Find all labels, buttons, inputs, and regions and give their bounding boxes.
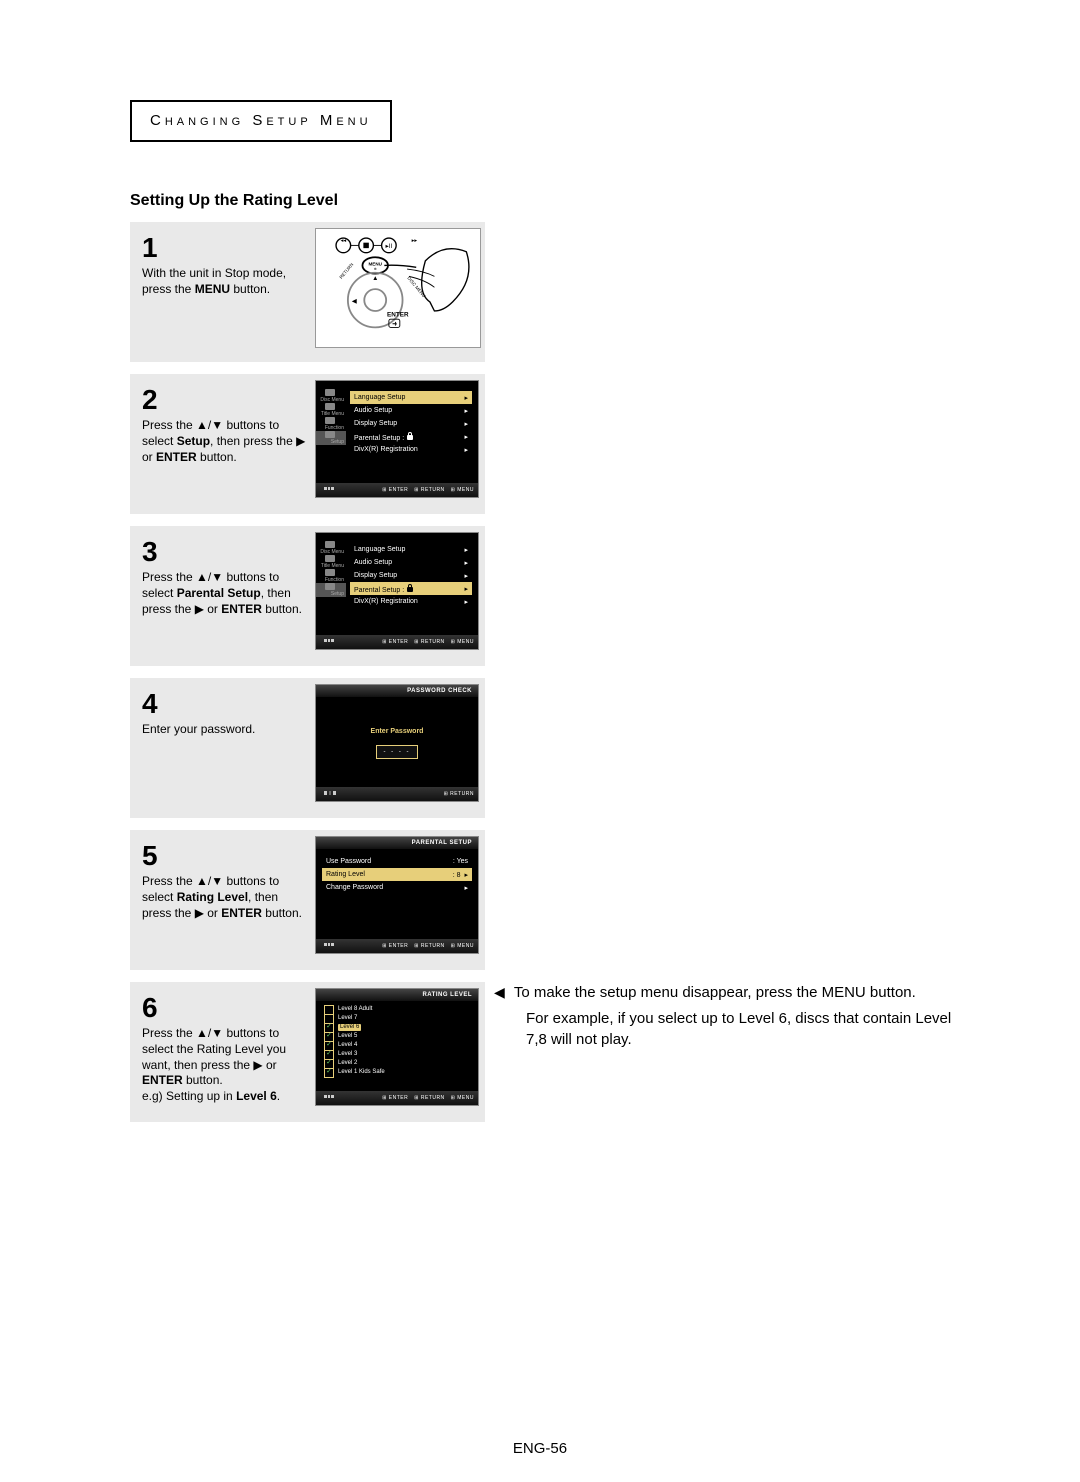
step-text: With the unit in Stop mode, press the ME… <box>142 266 286 296</box>
svg-text:▸II: ▸II <box>386 243 393 250</box>
svg-text:▸▸: ▸▸ <box>412 238 418 244</box>
lock-icon <box>406 584 414 592</box>
remote-diagram: ◂◂ ▸II ▸▸ MENU ⊕ <box>315 228 481 348</box>
list-item: Rating Level: 8 ▸ <box>322 868 472 881</box>
svg-text:▲: ▲ <box>372 275 378 282</box>
svg-text:MENU: MENU <box>369 261 382 266</box>
osd-setup-menu: Disc Menu Title Menu Function Setup Lang… <box>315 380 479 498</box>
osd-footer: ⊞ ENTER ⊞ RETURN ⊞ MENU <box>316 483 478 497</box>
password-label: Enter Password <box>371 728 424 735</box>
svg-text:⊕: ⊕ <box>374 267 377 271</box>
step-example: e.g) Setting up in Level 6. <box>142 1089 280 1103</box>
list-item: Audio Setup▸ <box>350 556 472 569</box>
enter-label: ENTER <box>387 311 409 318</box>
osd-footer: ⊞ RETURN <box>316 787 478 801</box>
list-item: Display Setup▸ <box>350 417 472 430</box>
page-subtitle: Setting Up the Rating Level <box>130 192 950 210</box>
osd-footer: ⊞ ENTER ⊞ RETURN ⊞ MENU <box>316 939 478 953</box>
section-title: Changing Setup Menu <box>150 112 372 129</box>
svg-text:◂◂: ◂◂ <box>341 238 347 244</box>
svg-text:RETURN: RETURN <box>338 262 354 280</box>
step-number: 5 <box>142 838 307 874</box>
step-5: 5 Press the ▲/▼ buttons to select Rating… <box>130 830 485 970</box>
step-2: 2 Press the ▲/▼ buttons to select Setup,… <box>130 374 485 514</box>
list-item: Display Setup▸ <box>350 569 472 582</box>
list-item: Parental Setup : ▸ <box>350 430 472 443</box>
list-item: Use Password: Yes <box>322 855 472 868</box>
osd-footer: ⊞ ENTER ⊞ RETURN ⊞ MENU <box>316 1091 478 1105</box>
password-box: - - - - <box>376 745 418 759</box>
step-number: 4 <box>142 686 307 722</box>
step-4: 4 Enter your password. PASSWORD CHECK En… <box>130 678 485 818</box>
osd-header: RATING LEVEL <box>316 989 478 1001</box>
list-item: Audio Setup▸ <box>350 404 472 417</box>
osd-password-check: PASSWORD CHECK Enter Password - - - - ⊞ … <box>315 684 479 802</box>
step-1: 1 With the unit in Stop mode, press the … <box>130 222 485 362</box>
section-header: Changing Setup Menu <box>130 100 392 142</box>
step-text: Press the ▲/▼ buttons to select the Rati… <box>142 1026 286 1087</box>
osd-rating-level: RATING LEVEL ✓Level 8 Adult ✓Level 7 ✓Le… <box>315 988 479 1106</box>
step-text: Enter your password. <box>142 722 255 736</box>
step-text: Press the ▲/▼ buttons to select Rating L… <box>142 874 302 919</box>
step-6: 6 Press the ▲/▼ buttons to select the Ra… <box>130 982 485 1122</box>
osd-setup-menu-parental: Disc Menu Title Menu Function Setup Lang… <box>315 532 479 650</box>
step-number: 6 <box>142 990 307 1026</box>
side-notes: ◀ To make the setup menu disappear, pres… <box>510 983 960 1050</box>
page-number: ENG-56 <box>0 1440 1080 1457</box>
list-item: Language Setup▸ <box>350 391 472 404</box>
list-item: Language Setup▸ <box>350 543 472 556</box>
list-item: DivX(R) Registration▸ <box>350 595 472 608</box>
list-item: Change Password▸ <box>322 881 472 894</box>
step-number: 3 <box>142 534 307 570</box>
osd-parental-setup: PARENTAL SETUP Use Password: Yes Rating … <box>315 836 479 954</box>
rating-level-list: ✓Level 8 Adult ✓Level 7 ✓Level 6 ✓Level … <box>324 1005 385 1077</box>
osd-footer: ⊞ ENTER ⊞ RETURN ⊞ MENU <box>316 635 478 649</box>
step-text: Press the ▲/▼ buttons to select Parental… <box>142 570 302 615</box>
svg-text:◀: ◀ <box>352 298 357 305</box>
step-number: 1 <box>142 230 307 266</box>
example-note: For example, if you select up to Level 6… <box>510 1009 960 1050</box>
step-text: Press the ▲/▼ buttons to select Setup, t… <box>142 418 305 463</box>
osd-header: PASSWORD CHECK <box>316 685 478 697</box>
step-number: 2 <box>142 382 307 418</box>
lock-icon <box>406 432 414 440</box>
list-item: Parental Setup : ▸ <box>350 582 472 595</box>
step-3: 3 Press the ▲/▼ buttons to select Parent… <box>130 526 485 666</box>
osd-header: PARENTAL SETUP <box>316 837 478 849</box>
list-item: DivX(R) Registration▸ <box>350 443 472 456</box>
